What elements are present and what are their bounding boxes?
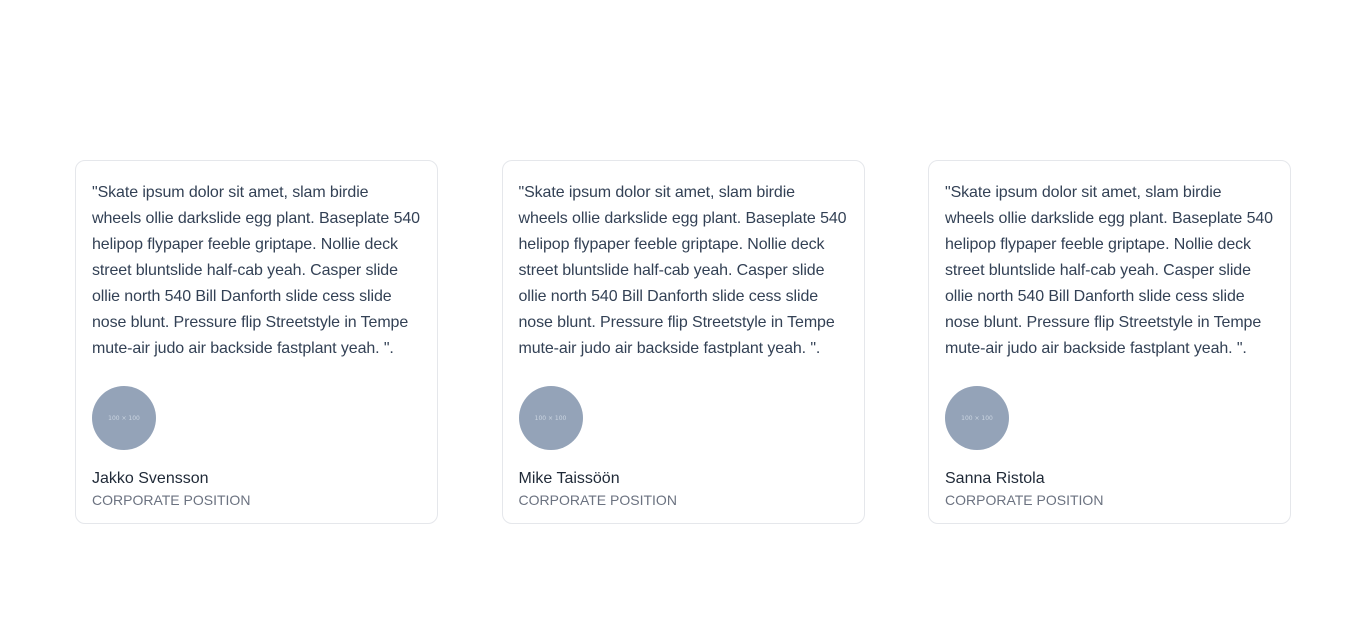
avatar-placeholder-label: 100 × 100 bbox=[961, 414, 993, 422]
avatar: 100 × 100 bbox=[92, 386, 156, 450]
testimonial-quote: "Skate ipsum dolor sit amet, slam birdie… bbox=[92, 184, 420, 357]
author-position: CORPORATE POSITION bbox=[92, 492, 251, 508]
testimonial-quote: "Skate ipsum dolor sit amet, slam birdie… bbox=[518, 184, 847, 357]
author-position: CORPORATE POSITION bbox=[945, 492, 1104, 508]
avatar-placeholder-label: 100 × 100 bbox=[108, 414, 140, 422]
testimonial-card: "Skate ipsum dolor sit amet, slam birdie… bbox=[501, 160, 865, 524]
testimonial-card: "Skate ipsum dolor sit amet, slam birdie… bbox=[928, 160, 1291, 524]
testimonials-section: "Skate ipsum dolor sit amet, slam birdie… bbox=[75, 160, 1291, 524]
testimonial-card: "Skate ipsum dolor sit amet, slam birdie… bbox=[75, 160, 438, 524]
author-name: Mike Taissöön bbox=[518, 470, 620, 487]
author-position: CORPORATE POSITION bbox=[518, 492, 677, 508]
avatar: 100 × 100 bbox=[518, 386, 583, 450]
author-name: Jakko Svensson bbox=[92, 470, 209, 487]
author-name: Sanna Ristola bbox=[945, 470, 1045, 487]
avatar-placeholder-label: 100 × 100 bbox=[534, 414, 567, 422]
testimonial-quote: "Skate ipsum dolor sit amet, slam birdie… bbox=[945, 184, 1273, 357]
avatar: 100 × 100 bbox=[945, 386, 1009, 450]
